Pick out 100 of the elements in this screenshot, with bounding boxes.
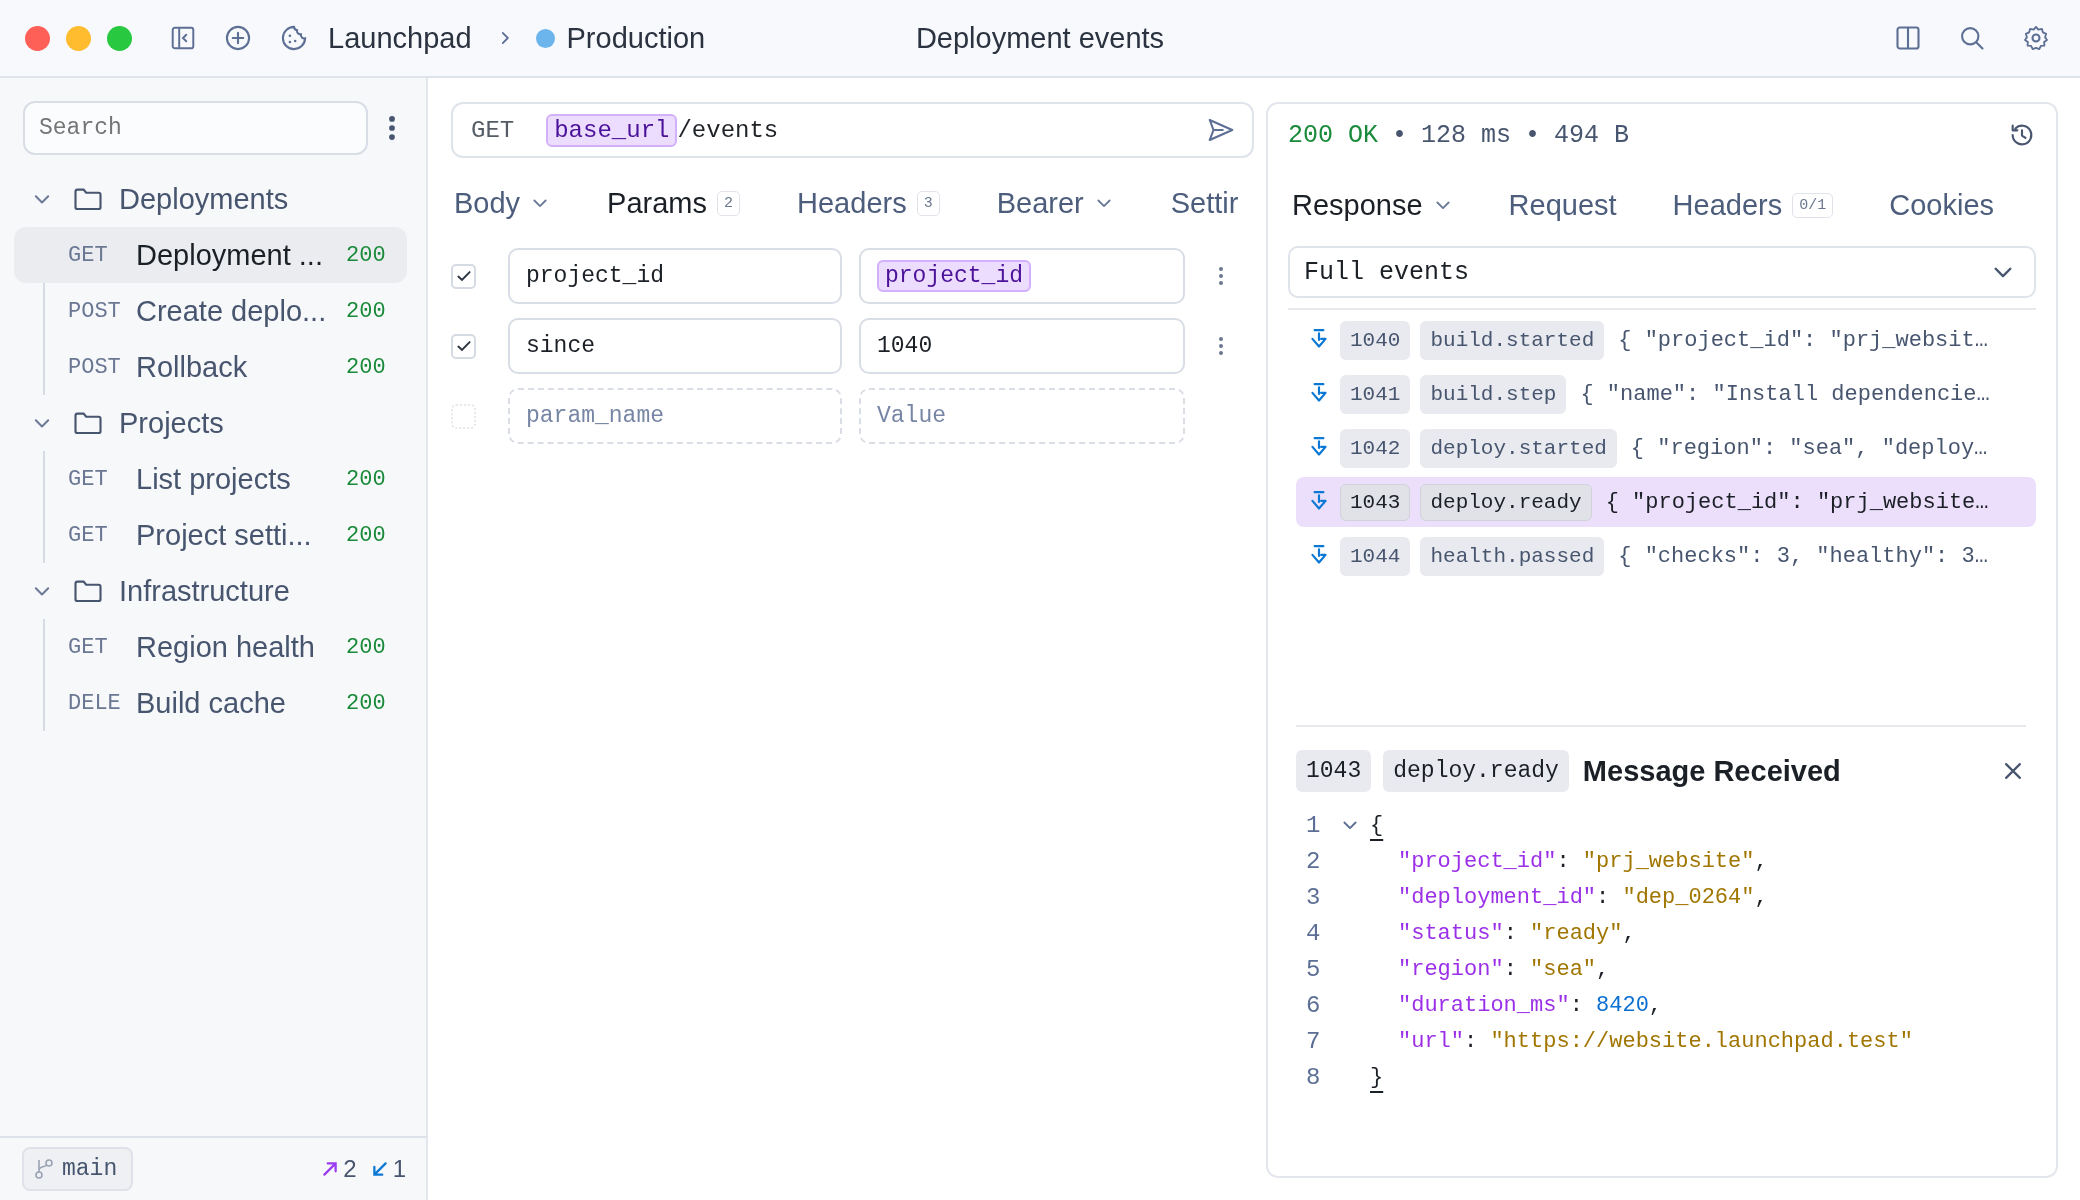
branch-chip[interactable]: main [22,1147,134,1191]
tab[interactable]: Request [1508,188,1617,222]
method-label[interactable]: GET [471,116,515,144]
method-label: POST [68,354,122,380]
code-line: "deployment_id": "dep_0264", [1398,884,1768,910]
folder-name[interactable]: Deployments [119,182,289,216]
window-title: Deployment events [915,22,1165,55]
line-number: 4 [1306,919,1322,947]
tab[interactable]: Body [454,186,551,220]
request-name: Deployment ... [136,238,324,272]
code-line: "project_id": "prj_website", [1398,848,1768,874]
method-label: GET [68,522,109,548]
request-row[interactable]: GET Project setti... 200 [14,507,407,563]
event-preview: { "checks": 3, "healthy": 3… [1618,543,1988,569]
status-code: 200 [346,690,386,716]
more-icon[interactable] [388,115,396,141]
event-row[interactable]: 1042 deploy.started { "region": "sea", "deploy… [1296,423,2036,473]
line-number: 7 [1306,1027,1322,1055]
param-value-field[interactable]: 1040 [859,318,1185,374]
event-preview: { "project_id": "prj_websit… [1618,327,1988,353]
folder-name[interactable]: Projects [119,406,224,440]
param-name-field[interactable]: param_name [508,388,842,444]
close-button[interactable] [25,25,50,51]
response-time: 128 ms [1421,120,1512,150]
code-line: "url": "https://website.launchpad.test" [1398,1028,1913,1054]
request-row[interactable]: POST Rollback 200 [14,339,407,395]
code-line: { [1370,812,1384,838]
event-row[interactable]: 1044 health.passed { "checks": 3, "healthy": 3… [1296,531,2036,581]
method-label: DELE [68,690,122,716]
request-row[interactable]: GET List projects 200 [14,451,407,507]
request-row[interactable]: DELE Build cache 200 [14,675,407,731]
event-row[interactable]: 1040 build.started { "project_id": "prj_websit… [1296,315,2036,365]
environment-dot [535,28,555,48]
checkbox[interactable] [451,263,476,289]
count-badge: 0/1 [1792,192,1834,218]
request-row[interactable]: GET Deployment ... 200 [14,227,407,283]
tab[interactable]: Bearer [996,186,1114,220]
method-label: GET [68,634,109,660]
param-name-field[interactable]: since [508,318,842,374]
split-view-icon[interactable] [1894,24,1922,52]
environment-name[interactable]: Production [566,21,706,55]
param-value-field[interactable]: Value [859,388,1185,444]
event-preview: { "project_id": "prj_website… [1605,489,1989,515]
param-name-field[interactable]: project_id [508,248,842,304]
event-id: 1043 [1296,750,1372,792]
folder-icon [73,410,103,436]
event-name: deploy.ready [1383,750,1569,792]
method-label: POST [68,298,122,324]
line-number: 6 [1306,991,1322,1019]
tab[interactable]: Params 2 [607,186,741,220]
arrow-down-left-icon [370,1160,389,1178]
search-field[interactable]: Search [23,101,368,155]
more-icon[interactable] [1218,335,1224,357]
event-id: 1042 [1340,428,1411,468]
event-filter-select[interactable]: Full events [1288,246,2036,298]
variable-tag: project_id [877,260,1032,292]
search-icon[interactable] [1958,24,1986,52]
ahead-count: 2 [343,1155,357,1183]
sidebar-toggle-icon[interactable] [170,25,196,51]
url-field[interactable]: GET base_url /events [451,102,1254,158]
param-value-field[interactable]: project_id [859,248,1185,304]
event-preview: { "region": "sea", "deploy… [1630,435,1988,461]
method-label: GET [68,466,109,492]
request-name: Region health [136,630,316,664]
code-line: "region": "sea", [1398,956,1610,982]
folder-icon [73,186,103,212]
method-label: GET [68,242,109,268]
branch-name: main [62,1156,118,1182]
status-text: 200 OK [1288,120,1378,150]
message-title: Message Received [1582,754,1841,788]
event-row[interactable]: 1041 build.step { "name": "Install dependencie… [1296,369,2036,419]
workspace-name[interactable]: Launchpad [328,21,472,55]
event-name: health.passed [1420,536,1605,576]
request-name: Create deplo... [136,294,328,328]
event-name: build.step [1420,374,1567,414]
tab[interactable]: Cookies [1889,188,1995,222]
event-row[interactable]: 1043 deploy.ready { "project_id": "prj_website… [1296,477,2036,527]
close-icon[interactable] [2002,760,2024,782]
line-number: 5 [1306,955,1322,983]
request-name: Rollback [136,350,249,384]
more-icon[interactable] [1218,265,1224,287]
folder-name[interactable]: Infrastructure [119,574,290,608]
tab[interactable]: Settir [1170,186,1239,220]
request-row[interactable]: POST Create deplo... 200 [14,283,407,339]
add-icon[interactable] [224,24,252,52]
settings-icon[interactable] [2022,24,2050,52]
tab[interactable]: Response [1292,188,1453,222]
checkbox[interactable] [451,403,476,429]
code-line: "status": "ready", [1398,920,1636,946]
tab[interactable]: Headers 3 [797,186,940,220]
status-code: 200 [346,466,386,492]
count-badge: 2 [717,190,741,216]
request-row[interactable]: GET Region health 200 [14,619,407,675]
status-code: 200 [346,298,386,324]
cookie-icon[interactable] [280,24,308,52]
separator-dot: • [1525,120,1541,150]
status-code: 200 [346,634,386,660]
tab[interactable]: Headers 0/1 [1672,188,1834,222]
checkbox[interactable] [451,333,476,359]
status-code: 200 [346,354,386,380]
